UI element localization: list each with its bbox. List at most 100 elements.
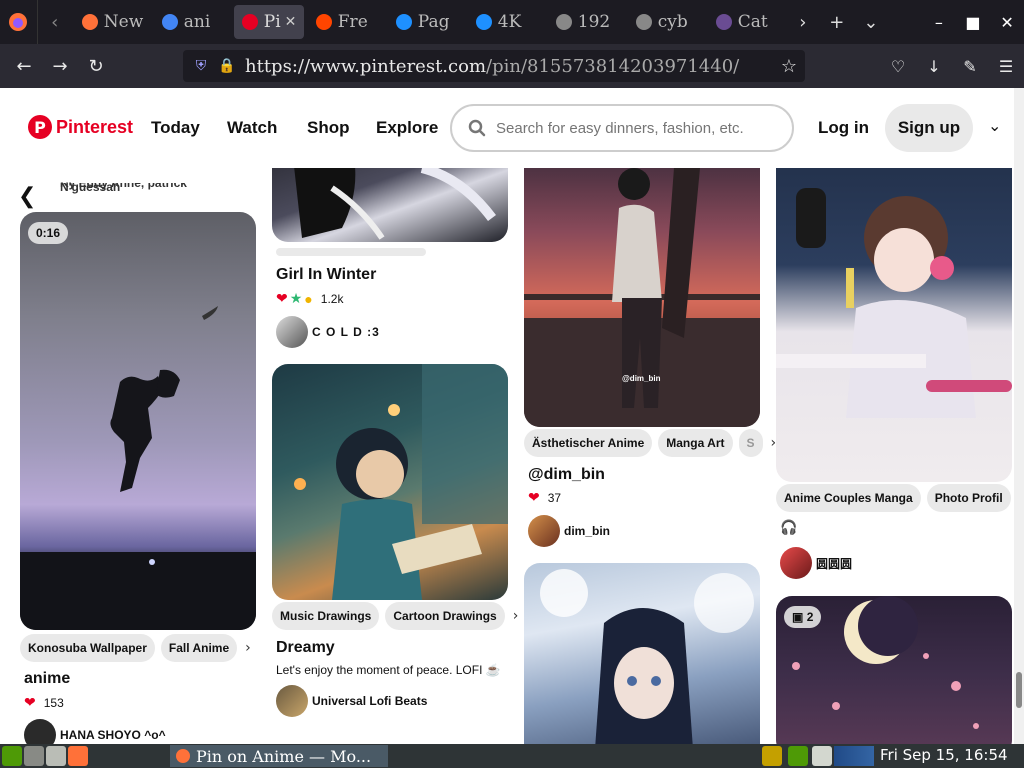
girl-in-winter-illustration <box>294 168 496 240</box>
clipboard-icon[interactable] <box>812 746 832 766</box>
file-manager-icon[interactable] <box>24 746 44 766</box>
avatar <box>276 316 308 348</box>
pin-title[interactable]: Dreamy <box>276 639 335 657</box>
firefox-menu[interactable] <box>0 0 38 44</box>
author-name: 圆圆圆 <box>816 556 853 571</box>
search-box[interactable] <box>450 104 794 152</box>
video-duration: 0:16 <box>28 222 69 244</box>
scrollbar-track[interactable] <box>1014 88 1024 744</box>
browser-tab[interactable]: Cat <box>708 5 784 39</box>
pin-image-dreamy[interactable] <box>272 364 508 600</box>
tab-scroll-right[interactable]: › <box>786 12 820 33</box>
tag-fall-anime[interactable]: Fall Anime <box>160 634 238 662</box>
list-tabs-button[interactable]: ⌄ <box>854 12 888 33</box>
pin-author[interactable]: 圆圆圆 <box>780 547 852 579</box>
pinterest-logo[interactable]: P Pinterest <box>28 115 133 139</box>
browser-tab[interactable]: ani <box>154 5 230 39</box>
tag-cartoon-drawings[interactable]: Cartoon Drawings <box>385 602 505 630</box>
tag-asthetischer-anime[interactable]: Ästhetischer Anime <box>524 429 653 457</box>
browser-tab[interactable]: 4K <box>468 5 544 39</box>
tab-close-icon[interactable]: ✕ <box>285 14 297 30</box>
download-icon[interactable]: ↓ <box>916 57 952 76</box>
taskbar-window-button[interactable]: Pin on Anime — Mo... <box>170 745 388 767</box>
minimize-button[interactable]: – <box>922 13 956 32</box>
tag-manga-art[interactable]: Manga Art <box>658 429 733 457</box>
nav-shop[interactable]: Shop <box>307 118 350 138</box>
tag-photo-profil[interactable]: Photo Profil <box>926 484 1011 512</box>
author-name: HANA SHOYO ^o^ <box>60 728 166 742</box>
browser-tab[interactable]: 192 <box>548 5 624 39</box>
pin-image-anime-girl-blossoms[interactable] <box>524 563 760 744</box>
clock[interactable]: Fri Sep 15, 16:54 <box>880 746 1008 764</box>
url-bar[interactable]: ⛨ 🔒 https://www.pinterest.com/pin/815573… <box>183 50 805 82</box>
tab-bar: ‹ New ani Pi ✕ Fre Pag 4K 192 cyb Cat › + ⌄ – ■ ✕ <box>0 0 1024 44</box>
pin-image-dim-bin[interactable]: @dim_bin <box>524 168 760 427</box>
tab-favicon-icon <box>81 14 98 30</box>
pin-title[interactable]: Girl In Winter <box>276 266 376 284</box>
reload-button[interactable]: ↻ <box>78 56 114 77</box>
browser-tab[interactable]: Fre <box>308 5 384 39</box>
reaction-count: 1.2k <box>320 291 344 306</box>
girl-with-guitar-illustration <box>524 168 760 427</box>
bookmark-star-icon[interactable]: ☆ <box>781 56 797 77</box>
pin-author[interactable]: C O L D :3 <box>276 316 380 348</box>
author-name: Universal Lofi Beats <box>312 694 428 708</box>
pin-reactions: ❤ ★ ● 1.2k <box>276 290 343 307</box>
nav-today[interactable]: Today <box>151 118 200 138</box>
search-input[interactable] <box>496 119 786 137</box>
pin-image-girl-in-winter[interactable] <box>272 168 508 242</box>
nav-explore[interactable]: Explore <box>376 118 438 138</box>
jumping-girl-illustration <box>20 306 256 630</box>
login-button[interactable]: Log in <box>818 118 869 138</box>
menu-icon[interactable]: ☰ <box>988 57 1024 76</box>
pin-title[interactable]: anime <box>24 670 70 688</box>
pin-author[interactable]: Universal Lofi Beats <box>276 685 427 717</box>
scrollbar-thumb[interactable] <box>1016 672 1022 708</box>
tab-label: Pi <box>263 12 281 32</box>
pin-author[interactable]: dim_bin <box>528 515 610 547</box>
pin-author[interactable]: HANA SHOYO ^o^ <box>24 719 166 744</box>
tag-s[interactable]: S <box>738 429 763 457</box>
tags-next-icon[interactable]: › <box>245 640 251 656</box>
back-button[interactable]: ← <box>6 56 42 77</box>
browser-tab[interactable]: New <box>74 5 150 39</box>
pocket-icon[interactable]: ♡ <box>880 57 916 76</box>
pin-count: 2 <box>806 610 814 624</box>
tag-konosuba[interactable]: Konosuba Wallpaper <box>20 634 155 662</box>
pin-description: Let's enjoy the moment of peace. LOFI ☕ <box>276 663 501 677</box>
updates-icon[interactable] <box>762 746 782 766</box>
pin-author-top: N'guessan <box>60 180 121 194</box>
search-icon <box>468 119 486 137</box>
pin-image-moon-blossoms[interactable]: ▣ 2 <box>776 596 1012 744</box>
forward-button[interactable]: → <box>42 56 78 77</box>
new-tab-button[interactable]: + <box>820 12 854 33</box>
tags-next-icon[interactable]: › <box>513 608 519 624</box>
nav-watch[interactable]: Watch <box>227 118 277 138</box>
tag-anime-couples-manga[interactable]: Anime Couples Manga <box>776 484 921 512</box>
tab-scroll-left[interactable]: ‹ <box>38 0 72 44</box>
chevron-down-icon[interactable]: ⌄ <box>988 116 1001 135</box>
pin-title[interactable]: @dim_bin <box>528 466 605 484</box>
pin-tags: Anime Couples Manga Photo Profil <box>776 484 1011 512</box>
pin-tags: Ästhetischer Anime Manga Art S › <box>524 429 776 457</box>
wow-emoji-icon: ● <box>304 290 313 307</box>
extensions-icon[interactable]: ✎ <box>952 57 988 76</box>
pin-video-image[interactable]: 0:16 <box>20 212 256 630</box>
lock-icon[interactable]: 🔒 <box>215 58 239 74</box>
maximize-button[interactable]: ■ <box>956 13 990 32</box>
network-icon[interactable] <box>788 746 808 766</box>
close-window-button[interactable]: ✕ <box>990 13 1024 32</box>
avatar <box>780 547 812 579</box>
back-arrow-icon[interactable]: ❮ <box>18 184 46 212</box>
browser-tab[interactable]: cyb <box>628 5 704 39</box>
signup-button[interactable]: Sign up <box>885 104 973 152</box>
browser-tab[interactable]: Pi ✕ <box>233 5 304 39</box>
firefox-taskbar-icon[interactable] <box>68 746 88 766</box>
app-menu-icon[interactable] <box>2 746 22 766</box>
browser-tab[interactable]: Pag <box>388 5 464 39</box>
tag-music-drawings[interactable]: Music Drawings <box>272 602 380 630</box>
tools-icon[interactable] <box>46 746 66 766</box>
shield-icon[interactable]: ⛨ <box>187 58 215 74</box>
pin-image-headphone-girl[interactable] <box>776 168 1012 482</box>
image-watermark: @dim_bin <box>622 374 661 383</box>
